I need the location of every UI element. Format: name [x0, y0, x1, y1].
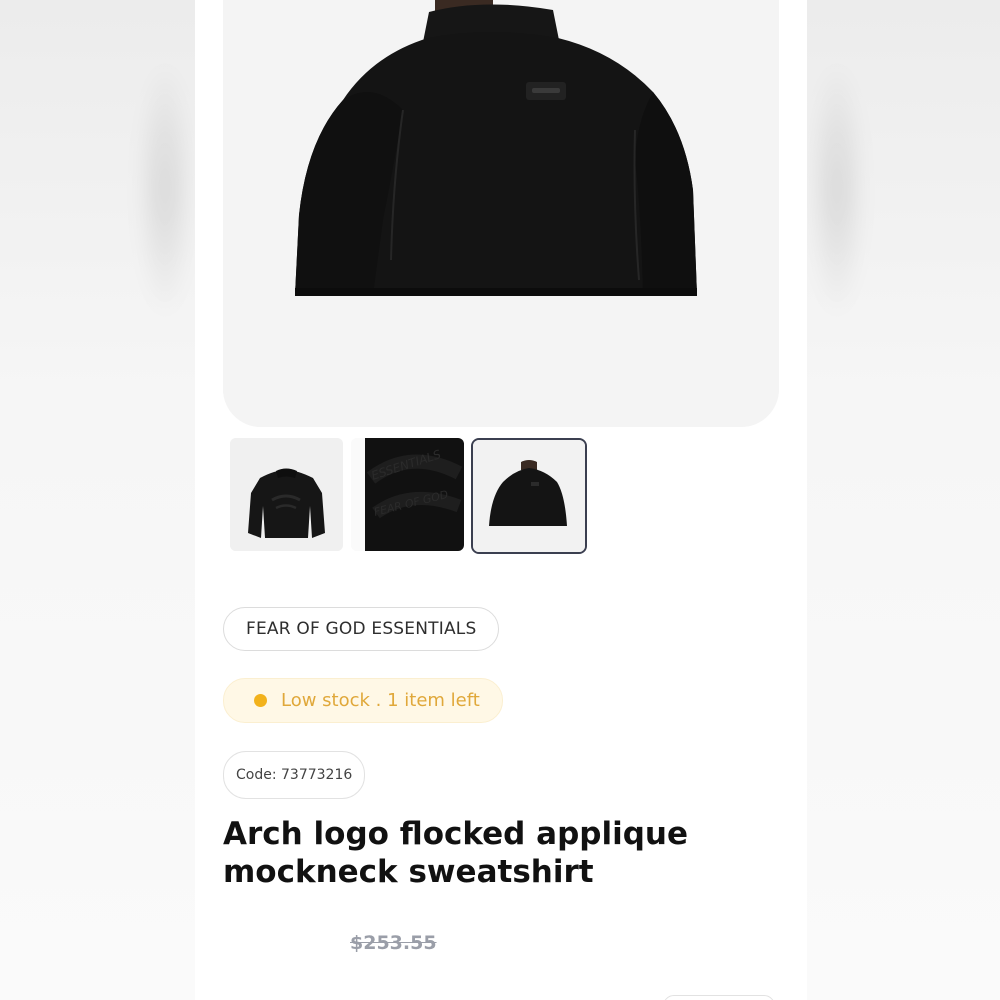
bottom-control-partial[interactable]	[663, 995, 775, 1000]
product-code-label: Code: 73773216	[236, 767, 353, 783]
sweatshirt-front-photo	[230, 438, 343, 551]
stock-status-badge: Low stock . 1 item left	[223, 678, 503, 723]
thumbnail-front-view[interactable]	[230, 438, 343, 551]
sweatshirt-back-photo	[223, 0, 779, 427]
thumbnail-back-view-selected[interactable]	[471, 438, 587, 554]
thumbnail-logo-closeup[interactable]: ESSENTIALS FEAR OF GOD	[351, 438, 464, 551]
sweatshirt-back-photo	[473, 440, 585, 552]
product-title: Arch logo flocked applique mockneck swea…	[223, 816, 688, 890]
product-screen: ESSENTIALS FEAR OF GOD FEAR OF GOD ESSEN…	[195, 0, 807, 1000]
product-hero-image[interactable]	[223, 0, 779, 427]
blurred-backdrop-left	[0, 0, 195, 1000]
brand-label: FEAR OF GOD ESSENTIALS	[246, 619, 477, 639]
brand-chip[interactable]: FEAR OF GOD ESSENTIALS	[223, 607, 500, 651]
product-code-badge: Code: 73773216	[223, 751, 366, 799]
arch-logo-closeup-photo: ESSENTIALS FEAR OF GOD	[351, 438, 464, 551]
original-price: $253.55	[350, 932, 437, 954]
stock-dot-icon	[254, 694, 267, 707]
blurred-backdrop-right	[807, 0, 1000, 1000]
stock-label: Low stock . 1 item left	[281, 690, 480, 711]
